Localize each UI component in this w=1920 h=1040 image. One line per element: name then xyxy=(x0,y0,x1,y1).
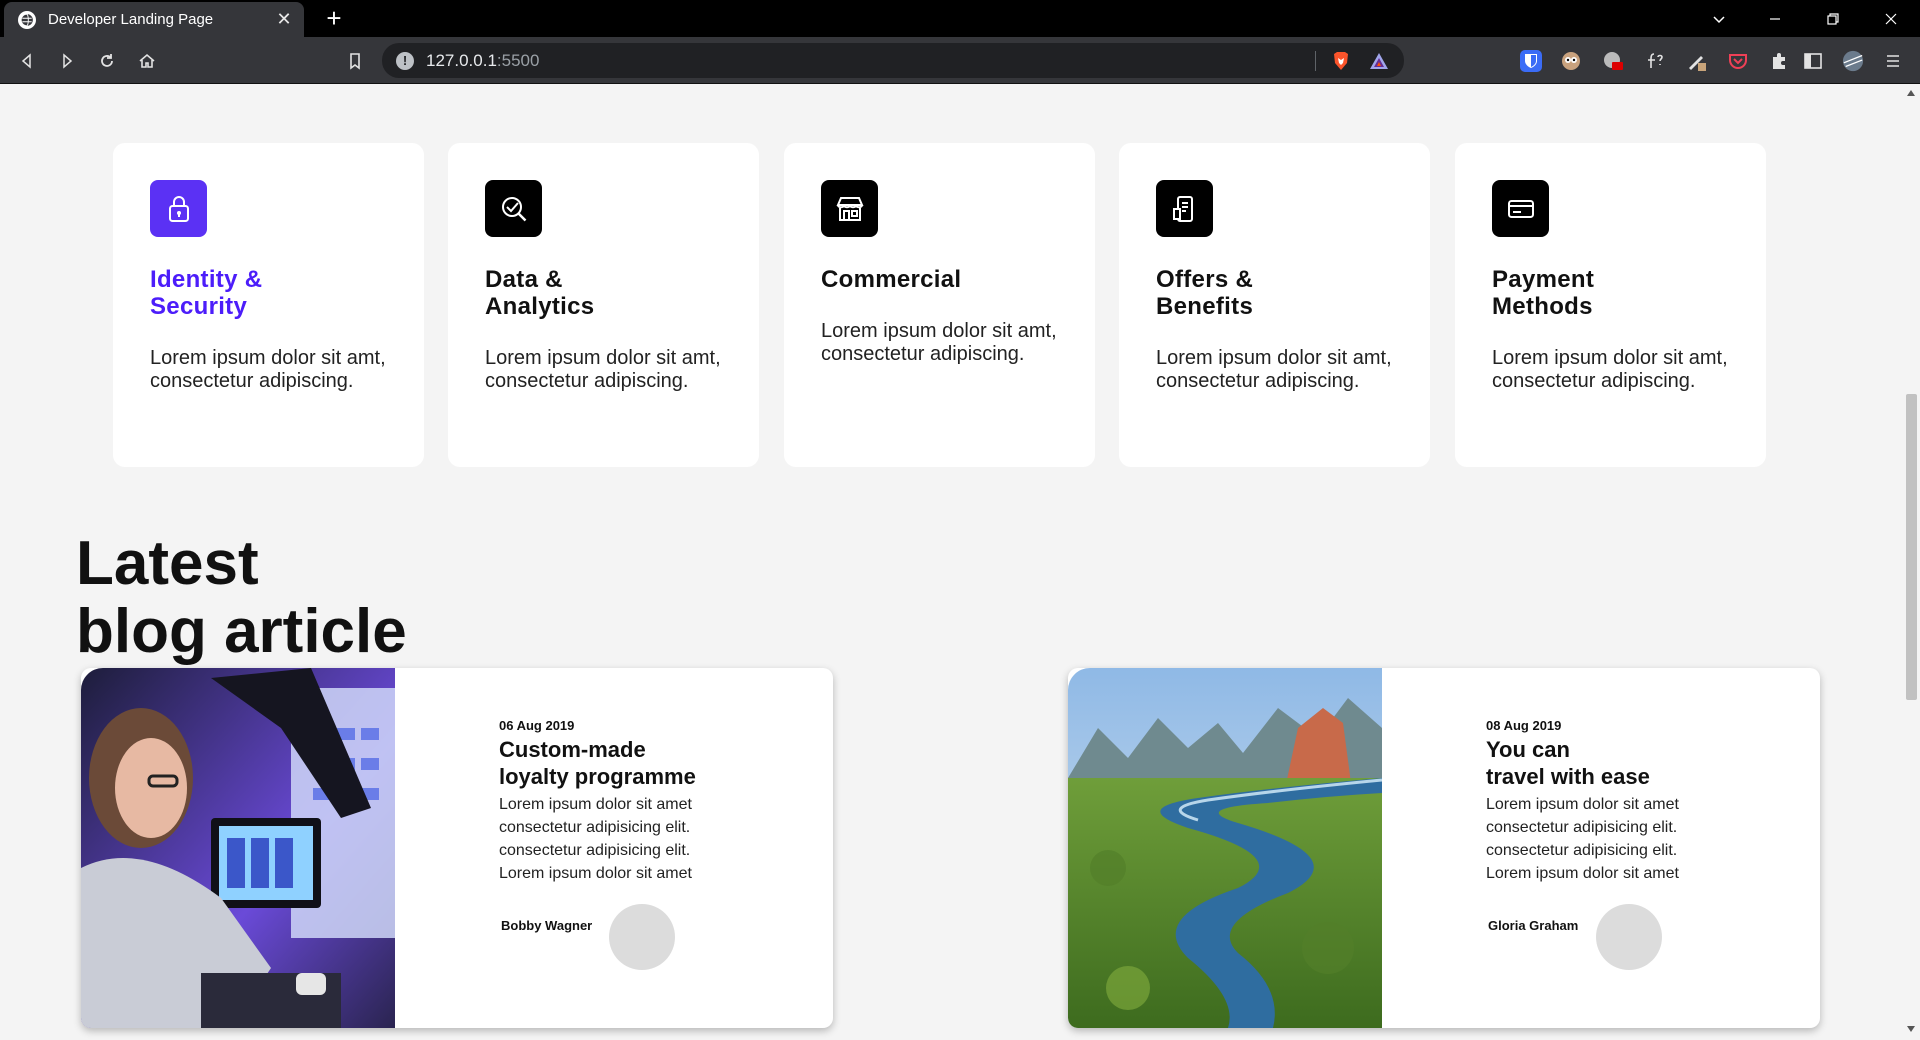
browser-toolbar: ! 127.0.0.1:5500 xyxy=(0,37,1920,84)
owl-extension-icon[interactable] xyxy=(1560,50,1582,72)
blog-card-body: 06 Aug 2019 Custom-made loyalty programme… xyxy=(499,718,799,885)
card-icon xyxy=(1492,180,1549,237)
blog-heading-line2: blog article xyxy=(76,597,407,666)
blog-excerpt: Lorem ipsum dolor sit amet consectetur a… xyxy=(1486,793,1786,885)
page-viewport: Identity & Security Lorem ipsum dolor si… xyxy=(0,84,1920,1040)
feature-title: Payment Methods xyxy=(1492,266,1595,320)
forward-icon[interactable] xyxy=(52,46,82,76)
blog-author: Bobby Wagner xyxy=(501,918,593,933)
brave-shields-icon[interactable] xyxy=(1330,50,1352,72)
feature-title: Identity & Security xyxy=(150,266,263,320)
tab-search-icon[interactable] xyxy=(1690,0,1748,37)
fonts-ninja-icon[interactable] xyxy=(1644,50,1666,72)
excerpt-line: Lorem ipsum dolor sit amet xyxy=(1486,865,1679,882)
pocket-icon[interactable] xyxy=(1727,50,1749,72)
feature-text: Lorem ipsum dolor sit amt, consectetur a… xyxy=(1492,347,1728,392)
author-avatar xyxy=(609,904,675,970)
browser-tab-bar: Developer Landing Page ✕ + xyxy=(0,0,1920,37)
excerpt-line: consectetur adipisicing elit. xyxy=(1486,842,1678,859)
color-picker-icon[interactable] xyxy=(1686,50,1708,72)
blog-heading-line1: Latest xyxy=(76,529,259,598)
feature-text: Lorem ipsum dolor sit amt, consectetur a… xyxy=(821,320,1057,365)
blog-author: Gloria Graham xyxy=(1488,918,1579,933)
feature-card-data-analytics[interactable]: Data & Analytics Lorem ipsum dolor sit a… xyxy=(448,143,759,467)
minimize-icon[interactable] xyxy=(1746,0,1804,37)
analytics-icon xyxy=(485,180,542,237)
url-port: :5500 xyxy=(496,50,540,70)
blog-card-body: 08 Aug 2019 You can travel with ease Lore… xyxy=(1486,718,1786,885)
browser-tab[interactable]: Developer Landing Page ✕ xyxy=(4,2,304,37)
excerpt-line: Lorem ipsum dolor sit amet xyxy=(1486,796,1679,813)
blog-title-line1: You can xyxy=(1486,737,1570,762)
excerpt-line: consectetur adipisicing elit. xyxy=(499,819,691,836)
feature-card-commercial[interactable]: Commercial Lorem ipsum dolor sit amt, co… xyxy=(784,143,1095,467)
feature-title: Data & Analytics xyxy=(485,266,595,320)
feature-text: Lorem ipsum dolor sit amt, consectetur a… xyxy=(1156,347,1392,392)
close-window-icon[interactable] xyxy=(1862,0,1920,37)
feature-text: Lorem ipsum dolor sit amt, consectetur a… xyxy=(485,347,721,392)
blog-image-river xyxy=(1068,668,1382,1028)
home-icon[interactable] xyxy=(132,46,162,76)
feature-card-payment-methods[interactable]: Payment Methods Lorem ipsum dolor sit am… xyxy=(1455,143,1766,467)
blog-title[interactable]: Custom-made loyalty programme xyxy=(499,736,799,790)
feature-title: Offers & Benefits xyxy=(1156,266,1254,320)
back-icon[interactable] xyxy=(12,46,42,76)
scroll-down-arrow-icon[interactable] xyxy=(1907,1026,1915,1032)
excerpt-line: Lorem ipsum dolor sit amet xyxy=(499,796,692,813)
feature-card-identity-security[interactable]: Identity & Security Lorem ipsum dolor si… xyxy=(113,143,424,467)
sidebar-icon[interactable] xyxy=(1802,50,1824,72)
page-scrollbar[interactable] xyxy=(1903,84,1920,1040)
extensions-puzzle-icon[interactable] xyxy=(1768,50,1790,72)
tab-title: Developer Landing Page xyxy=(48,11,214,28)
blog-card[interactable]: 06 Aug 2019 Custom-made loyalty programme… xyxy=(81,668,833,1028)
mobile-offer-icon xyxy=(1156,180,1213,237)
omnibox-divider xyxy=(1315,51,1316,71)
bookmark-icon[interactable] xyxy=(340,46,370,76)
wappalyzer-icon[interactable] xyxy=(1602,50,1624,72)
blog-section-heading: Latest blog article xyxy=(76,530,407,666)
feature-title: Commercial xyxy=(821,266,962,293)
blog-card[interactable]: 08 Aug 2019 You can travel with ease Lore… xyxy=(1068,668,1820,1028)
excerpt-line: Lorem ipsum dolor sit amet xyxy=(499,865,692,882)
scrollbar-thumb[interactable] xyxy=(1906,394,1917,700)
blog-title-line1: Custom-made xyxy=(499,737,646,762)
store-icon xyxy=(821,180,878,237)
url-host: 127.0.0.1 xyxy=(426,50,497,70)
blog-title[interactable]: You can travel with ease xyxy=(1486,736,1786,790)
author-avatar xyxy=(1596,904,1662,970)
menu-icon[interactable] xyxy=(1882,50,1904,72)
tab-close-icon[interactable]: ✕ xyxy=(274,9,294,30)
brave-rewards-icon[interactable] xyxy=(1368,50,1390,72)
blog-title-line2: travel with ease xyxy=(1486,764,1650,789)
scroll-up-arrow-icon[interactable] xyxy=(1907,90,1915,96)
excerpt-line: consectetur adipisicing elit. xyxy=(499,842,691,859)
restore-icon[interactable] xyxy=(1804,0,1862,37)
reload-icon[interactable] xyxy=(92,46,122,76)
bitwarden-icon[interactable] xyxy=(1520,50,1542,72)
feature-card-offers-benefits[interactable]: Offers & Benefits Lorem ipsum dolor sit … xyxy=(1119,143,1430,467)
profile-avatar-icon[interactable] xyxy=(1842,50,1864,72)
blog-date: 06 Aug 2019 xyxy=(499,718,575,733)
blog-image-developer xyxy=(81,668,395,1028)
blog-excerpt: Lorem ipsum dolor sit amet consectetur a… xyxy=(499,793,799,885)
lock-icon xyxy=(150,180,207,237)
new-tab-button[interactable]: + xyxy=(320,3,348,33)
feature-text: Lorem ipsum dolor sit amt, consectetur a… xyxy=(150,347,386,392)
address-bar[interactable]: ! 127.0.0.1:5500 xyxy=(382,43,1404,78)
excerpt-line: consectetur adipisicing elit. xyxy=(1486,819,1678,836)
globe-icon xyxy=(18,10,36,29)
blog-date: 08 Aug 2019 xyxy=(1486,718,1562,733)
site-info-icon[interactable]: ! xyxy=(396,51,414,70)
blog-title-line2: loyalty programme xyxy=(499,764,696,789)
